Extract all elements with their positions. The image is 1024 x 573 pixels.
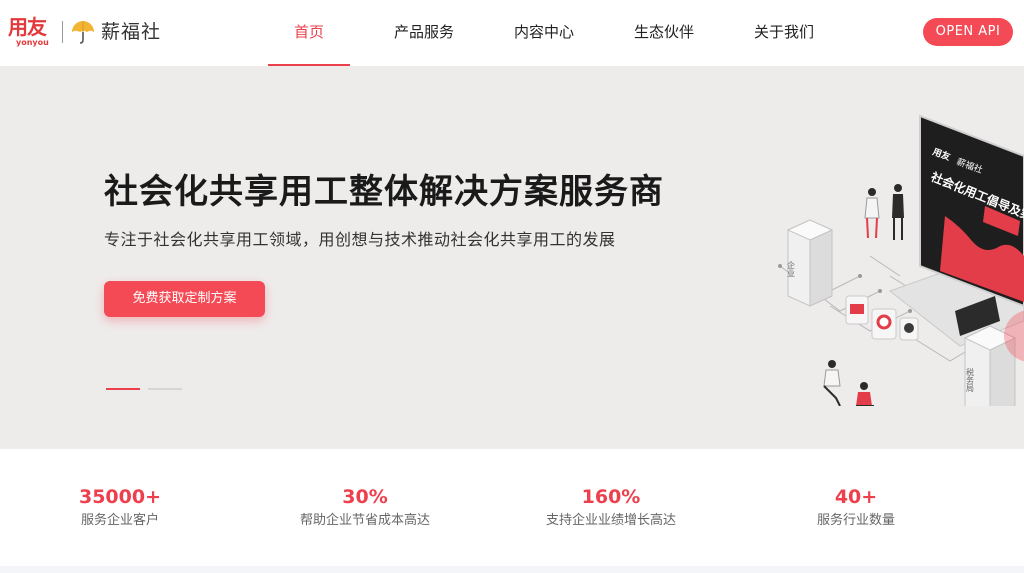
nav-item-label: 产品服务 [393, 23, 454, 41]
stat-value: 35000+ [78, 486, 162, 508]
nav-item-home[interactable]: 首页 [268, 0, 350, 66]
carousel-indicators [106, 388, 182, 390]
stat-label: 帮助企业节省成本高达 [299, 513, 430, 528]
yonyou-logo-subtext: yonyou [16, 38, 49, 47]
nav-item-label: 生态伙伴 [633, 23, 694, 41]
stat-customers: 35000+ 服务企业客户 [10, 485, 230, 531]
stat-industries: 40+ 服务行业数量 [746, 485, 966, 531]
stat-value: 160% [581, 486, 641, 508]
nav-item-label: 关于我们 [753, 23, 814, 41]
yonyou-logo-text: 用友 [8, 15, 47, 39]
product-name: 薪福社 [101, 21, 162, 43]
hero-title: 社会化共享用工整体解决方案服务商 [104, 172, 664, 212]
server-right-label: 税务局 [966, 367, 975, 393]
server-left-label: 企业 [787, 260, 796, 277]
nav-item-partners[interactable]: 生态伙伴 [610, 0, 718, 66]
site-header: 用友 yonyou 薪福社 首页 产品服务 内容中心 生态伙伴 关于我们 OPE… [0, 0, 1024, 66]
nav-item-label: 内容中心 [513, 23, 574, 41]
stat-label: 服务企业客户 [80, 513, 159, 528]
nav-item-products[interactable]: 产品服务 [370, 0, 478, 66]
nav-item-content[interactable]: 内容中心 [490, 0, 598, 66]
site-logo[interactable]: 用友 yonyou 薪福社 [8, 16, 161, 48]
people-standing [864, 184, 904, 240]
stat-growth: 160% 支持企业业绩增长高达 [501, 485, 721, 531]
stat-value: 30% [342, 486, 388, 508]
carousel-dot-1[interactable] [106, 388, 140, 390]
stat-cost-saving: 30% 帮助企业节省成本高达 [255, 485, 475, 531]
carousel-dot-2[interactable] [148, 388, 182, 390]
main-nav: 首页 产品服务 内容中心 生态伙伴 关于我们 [268, 0, 838, 66]
umbrella-logo-icon [72, 21, 94, 44]
logo-divider [62, 21, 63, 43]
server-left: 企业 [787, 219, 834, 307]
hero-illustration: 用友 薪福社 社会化用工倡导及实 企业 税务局 [778, 114, 1024, 406]
nav-item-about[interactable]: 关于我们 [730, 0, 838, 66]
stats-section: 35000+ 服务企业客户 30% 帮助企业节省成本高达 160% 支持企业业绩… [0, 448, 1024, 566]
stat-label: 服务行业数量 [816, 513, 895, 528]
stat-label: 支持企业业绩增长高达 [545, 513, 676, 528]
stat-value: 40+ [834, 486, 878, 508]
hero-subtitle: 专注于社会化共享用工领域，用创想与技术推动社会化共享用工的发展 [104, 230, 616, 249]
yonyou-logo: 用友 yonyou [8, 16, 52, 48]
nav-item-label: 首页 [293, 23, 324, 41]
hero-banner: 社会化共享用工整体解决方案服务商 专注于社会化共享用工领域，用创想与技术推动社会… [0, 66, 1024, 448]
people-sitting [823, 360, 874, 406]
get-custom-plan-button[interactable]: 免费获取定制方案 [104, 281, 265, 317]
next-section-edge [0, 566, 1024, 573]
open-api-button[interactable]: OPEN API [923, 18, 1013, 46]
